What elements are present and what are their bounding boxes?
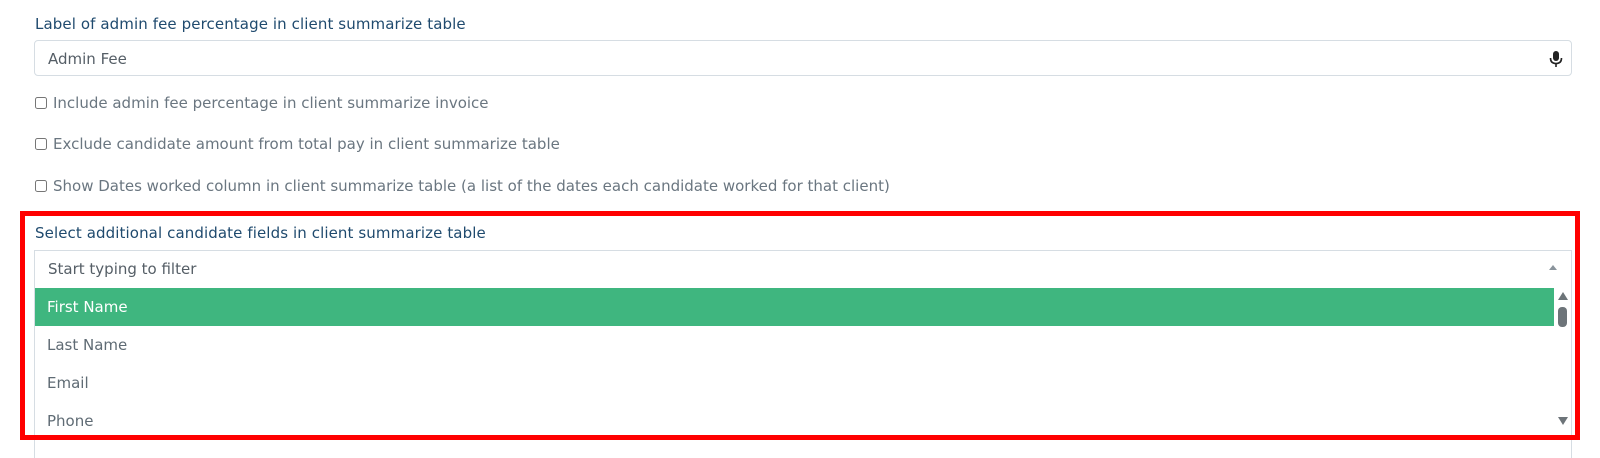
option-email[interactable]: Email xyxy=(35,364,1554,402)
exclude-candidate-amount-option[interactable]: Exclude candidate amount from total pay … xyxy=(35,135,560,153)
show-dates-worked-checkbox[interactable] xyxy=(35,180,47,192)
candidate-fields-select[interactable]: Start typing to filter First Name Last N… xyxy=(34,250,1572,458)
scroll-up-arrow-icon[interactable] xyxy=(1558,292,1568,300)
admin-fee-input[interactable]: Admin Fee xyxy=(34,40,1572,76)
scrollbar-thumb[interactable] xyxy=(1558,307,1567,327)
include-admin-fee-label: Include admin fee percentage in client s… xyxy=(53,94,489,112)
admin-fee-label: Label of admin fee percentage in client … xyxy=(35,15,466,33)
options-scrollbar[interactable] xyxy=(1554,288,1572,428)
exclude-candidate-amount-checkbox[interactable] xyxy=(35,138,47,150)
include-admin-fee-checkbox[interactable] xyxy=(35,97,47,109)
admin-fee-value: Admin Fee xyxy=(48,50,127,68)
show-dates-worked-option[interactable]: Show Dates worked column in client summa… xyxy=(35,177,890,195)
exclude-candidate-amount-label: Exclude candidate amount from total pay … xyxy=(53,135,560,153)
scroll-down-arrow-icon[interactable] xyxy=(1558,417,1568,425)
caret-up-icon[interactable] xyxy=(1549,265,1557,270)
show-dates-worked-label: Show Dates worked column in client summa… xyxy=(53,177,890,195)
option-last-name[interactable]: Last Name xyxy=(35,326,1554,364)
candidate-fields-label: Select additional candidate fields in cl… xyxy=(35,224,486,242)
options-list: First Name Last Name Email Phone xyxy=(35,288,1554,440)
microphone-icon[interactable] xyxy=(1547,50,1565,68)
option-phone[interactable]: Phone xyxy=(35,402,1554,440)
include-admin-fee-option[interactable]: Include admin fee percentage in client s… xyxy=(35,94,489,112)
filter-input[interactable]: Start typing to filter xyxy=(48,260,196,278)
option-first-name[interactable]: First Name xyxy=(35,288,1554,326)
